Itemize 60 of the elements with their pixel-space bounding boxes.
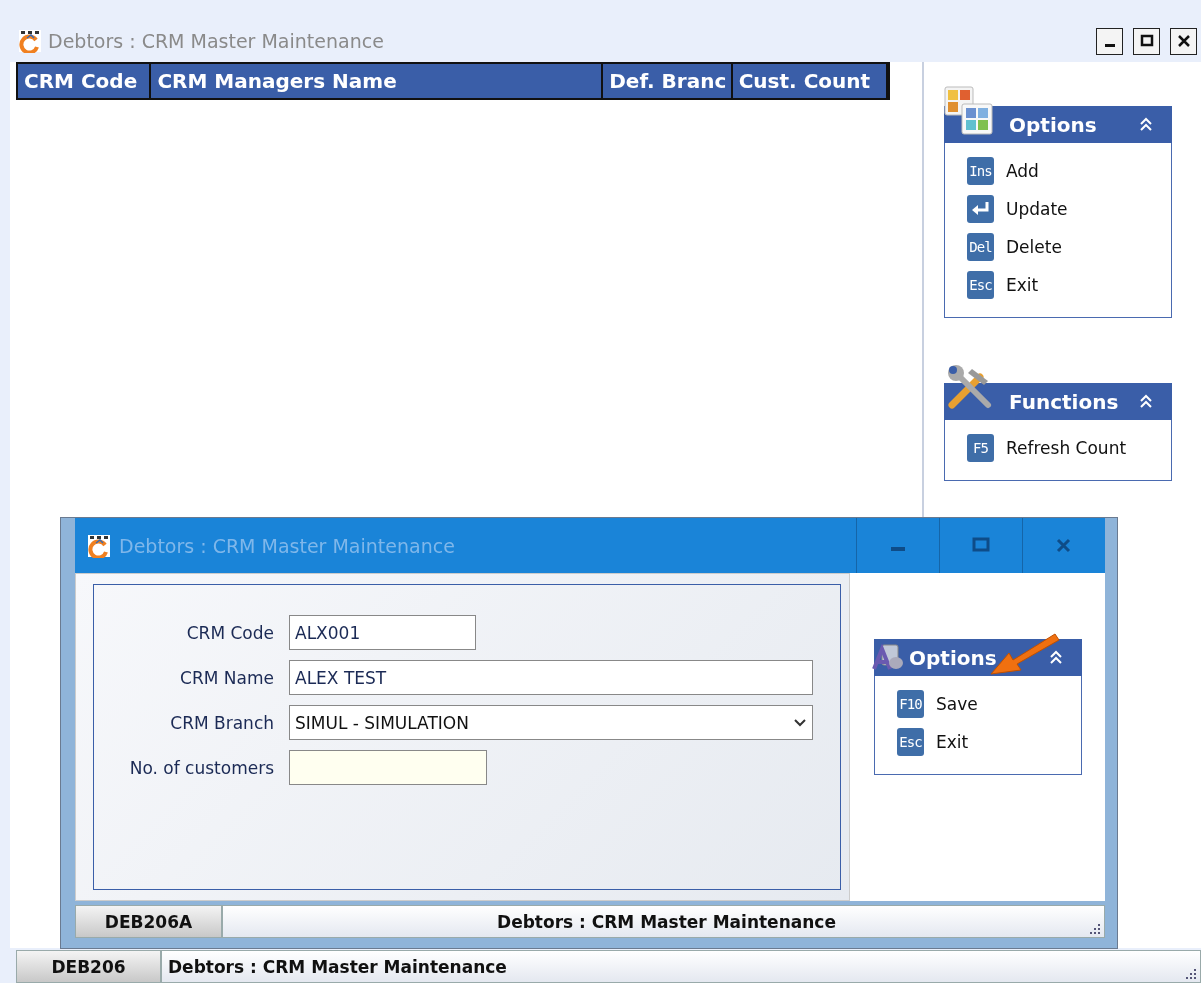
key-label: F10 (897, 690, 924, 718)
key-label: F5 (967, 434, 994, 462)
maximize-icon (972, 536, 990, 555)
options-grid-icon (944, 86, 994, 136)
panel-title: Options (1009, 112, 1098, 137)
close-button[interactable] (1170, 27, 1197, 55)
app-logo-icon (18, 29, 42, 53)
minimize-icon (891, 546, 905, 551)
column-header[interactable]: Cust. Count (732, 64, 888, 98)
collapse-icon[interactable] (1049, 650, 1063, 665)
resize-grip-icon (1184, 969, 1196, 979)
menu-item-label: Exit (1006, 275, 1039, 295)
menu-item[interactable]: Esc Exit (967, 271, 1039, 299)
minimize-icon (1104, 43, 1115, 47)
key-label: Esc (897, 728, 924, 756)
column-header[interactable]: CRM Code (18, 64, 152, 98)
close-icon (1175, 33, 1192, 49)
column-header[interactable]: Def. Branc (603, 64, 733, 98)
menu-item-label: Update (1006, 199, 1068, 219)
field-label: CRM Branch (169, 712, 274, 733)
column-header[interactable]: CRM Managers Name (151, 64, 604, 98)
menu-item[interactable]: F5 Refresh Count (967, 434, 1127, 462)
status-code: DEB206 (16, 950, 161, 983)
dialog-title: Debtors : CRM Master Maintenance (119, 534, 455, 557)
panel-title: Functions (1009, 389, 1120, 414)
resize-grip-icon (1088, 924, 1100, 934)
menu-item-label: Save (936, 694, 978, 714)
menu-item[interactable]: Esc Exit (897, 728, 969, 756)
maximize-icon (1138, 33, 1155, 49)
menu-item[interactable]: F10 Save (897, 690, 978, 718)
field-label: CRM Name (179, 667, 274, 688)
key-label: Esc (967, 271, 994, 299)
menu-item[interactable]: Ins Add (967, 157, 1039, 185)
menu-item[interactable]: Update (967, 195, 1068, 223)
menu-item-label: Refresh Count (1006, 438, 1127, 458)
key-label: Ins (967, 157, 994, 185)
dropdown-field[interactable]: SIMUL - SIMULATION (289, 705, 813, 740)
text-field[interactable]: ALX001 (289, 615, 476, 650)
field-label: CRM Code (185, 622, 274, 643)
chevron-down-icon (793, 717, 807, 728)
menu-item-label: Add (1006, 161, 1039, 181)
text-field[interactable] (289, 750, 487, 785)
collapse-icon[interactable] (1139, 117, 1153, 132)
maximize-button[interactable] (1133, 27, 1160, 55)
menu-item-label: Delete (1006, 237, 1062, 257)
field-label: No. of customers (128, 757, 274, 778)
menu-item-label: Exit (936, 732, 969, 752)
enter-key-icon (967, 195, 994, 223)
key-label: Del (967, 233, 994, 261)
menu-item[interactable]: Del Delete (967, 233, 1062, 261)
text-field[interactable]: ALEX TEST (289, 660, 813, 695)
app-logo-icon (87, 533, 111, 558)
status-code: DEB206A (75, 905, 222, 938)
status-text: Debtors : CRM Master Maintenance (497, 911, 836, 932)
close-icon (1055, 536, 1073, 555)
minimize-button[interactable] (1096, 27, 1123, 55)
window-title: Debtors : CRM Master Maintenance (48, 30, 385, 52)
panel-title: Options (909, 645, 998, 670)
collapse-icon[interactable] (1139, 394, 1153, 409)
status-text: Debtors : CRM Master Maintenance (168, 956, 507, 977)
